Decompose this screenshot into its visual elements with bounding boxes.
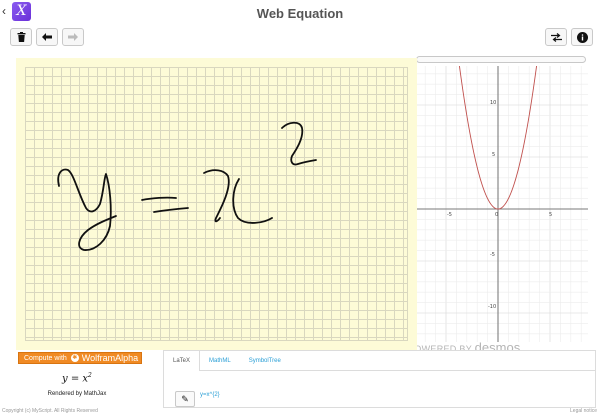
- equation-base: y = x: [62, 373, 89, 385]
- arrow-left-icon: [42, 33, 52, 41]
- web-equation-app: ‹ X Web Equation -5 0 5 10 5 -5 -10 POWE…: [0, 0, 600, 420]
- x-tick-label: 5: [549, 212, 552, 218]
- arrow-right-icon: [68, 33, 78, 41]
- copyright-text: Copyright (c) MyScript. All Rights Reser…: [2, 408, 98, 414]
- y-tick-label: 5: [492, 152, 495, 158]
- handwriting-pad[interactable]: [16, 58, 417, 350]
- zoom-slider[interactable]: [416, 56, 586, 63]
- swap-button[interactable]: [545, 28, 567, 46]
- tab-symboltree[interactable]: SymbolTree: [240, 351, 290, 371]
- legal-notice-link[interactable]: Legal notice: [570, 408, 597, 414]
- equation-power: 2: [88, 372, 92, 379]
- tabs-divider: [200, 370, 595, 371]
- wolfram-logo-icon: ✱: [70, 354, 79, 362]
- compute-wolframalpha-button[interactable]: Compute with ✱ WolframAlpha: [18, 352, 142, 364]
- info-icon: [576, 31, 588, 43]
- x-tick-label: -5: [447, 212, 452, 218]
- trash-icon: [17, 32, 25, 42]
- rendered-equation: y = x2: [62, 372, 92, 384]
- swap-icon: [550, 32, 562, 42]
- undo-button[interactable]: [36, 28, 58, 46]
- graph-panel[interactable]: -5 0 5 10 5 -5 -10: [410, 66, 588, 342]
- output-tabs: LaTeX MathML SymbolTree: [164, 351, 290, 371]
- clear-button[interactable]: [10, 28, 32, 46]
- rendered-by-mathjax: Rendered by MathJax: [47, 391, 107, 397]
- x-tick-label: 0: [495, 212, 498, 218]
- edit-button[interactable]: ✎: [175, 391, 195, 407]
- y-tick-label: -10: [488, 304, 496, 310]
- graph-svg: -5 0 5 10 5 -5 -10: [410, 66, 588, 342]
- output-panel: LaTeX MathML SymbolTree ✎ y=x^{2}: [163, 350, 596, 408]
- info-button[interactable]: [571, 28, 593, 46]
- wolfram-brand: WolframAlpha: [81, 353, 139, 363]
- y-tick-label: 10: [490, 100, 496, 106]
- app-title: Web Equation: [256, 6, 344, 21]
- ink-strokes: [57, 121, 317, 251]
- redo-button[interactable]: [62, 28, 84, 46]
- y-tick-label: -5: [490, 252, 495, 258]
- latex-output[interactable]: y=x^{2}: [200, 392, 220, 398]
- tab-mathml[interactable]: MathML: [200, 351, 240, 371]
- graph-grid: [410, 66, 588, 342]
- wolfram-label: Compute with: [24, 354, 67, 362]
- tab-latex[interactable]: LaTeX: [164, 351, 201, 371]
- pencil-icon: ✎: [181, 394, 189, 404]
